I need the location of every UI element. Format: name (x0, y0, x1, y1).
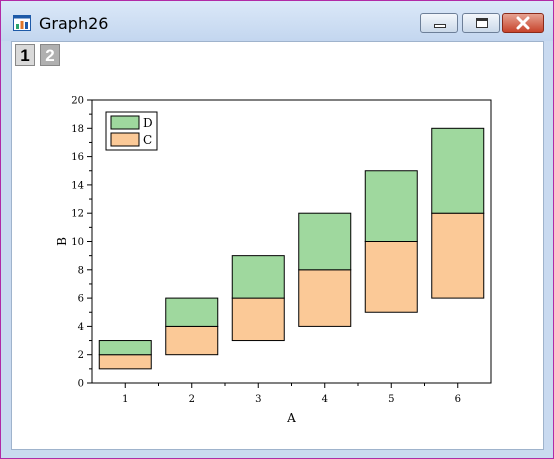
y-tick-label: 4 (78, 322, 84, 333)
bar-c-4 (298, 269, 352, 327)
y-tick-label: 2 (78, 350, 84, 361)
bar-c-2 (165, 325, 219, 356)
bar-c-6 (431, 212, 485, 299)
x-tick-label: 1 (122, 394, 128, 405)
close-icon (516, 16, 530, 30)
bar-c-3 (231, 297, 285, 342)
origin-graph-icon (13, 15, 31, 31)
y-tick-label: 6 (78, 294, 84, 305)
x-tick-label: 3 (255, 394, 261, 405)
x-tick-label: 6 (455, 394, 461, 405)
bar-d-1 (98, 340, 152, 356)
minimize-icon (434, 24, 446, 28)
bar-d-5 (364, 170, 418, 242)
x-tick-label: 2 (189, 394, 195, 405)
y-tick-label: 0 (78, 379, 84, 390)
stacked-bar-chart: 024681012141618201 2 3 4 5 6AB DC (55, 96, 492, 425)
x-axis-title: A (286, 411, 296, 425)
y-tick-label: 12 (71, 209, 84, 220)
bar-c-5 (364, 241, 418, 313)
minimize-button[interactable] (420, 13, 458, 33)
graph-window: Graph26 1 2 0 2 4 6 8 10 12 14 16 18 20 1 2 3 4 5 6 A B DC (0, 0, 554, 459)
y-tick-label: 14 (71, 180, 84, 191)
y-tick-label: 20 (71, 96, 84, 107)
bar-c-1 (98, 354, 152, 370)
graph-page: 1 2 0 2 4 6 8 10 12 14 16 18 20 1 2 3 4 5 6 A B DC (11, 41, 544, 450)
y-tick-label: 8 (78, 265, 84, 276)
y-tick-label: 16 (71, 152, 84, 163)
window-title: Graph26 (39, 14, 109, 33)
legend-swatch-c (110, 132, 140, 147)
maximize-button[interactable] (462, 13, 500, 33)
bar-d-4 (298, 212, 352, 271)
x-tick-label: 4 (322, 394, 328, 405)
y-tick-label: 10 (71, 237, 84, 248)
y-axis-title: B (55, 237, 69, 246)
legend-swatch-d (110, 115, 140, 130)
y-tick-label: 18 (71, 124, 84, 135)
bar-d-3 (231, 255, 285, 299)
maximize-icon (476, 18, 488, 28)
close-button[interactable] (502, 13, 544, 33)
x-tick-label: 5 (388, 394, 394, 405)
legend-label-c: C (143, 133, 152, 147)
bar-d-6 (431, 127, 485, 214)
legend-label-d: D (143, 116, 153, 130)
bar-d-2 (165, 297, 219, 327)
title-bar[interactable]: Graph26 (1, 1, 553, 41)
